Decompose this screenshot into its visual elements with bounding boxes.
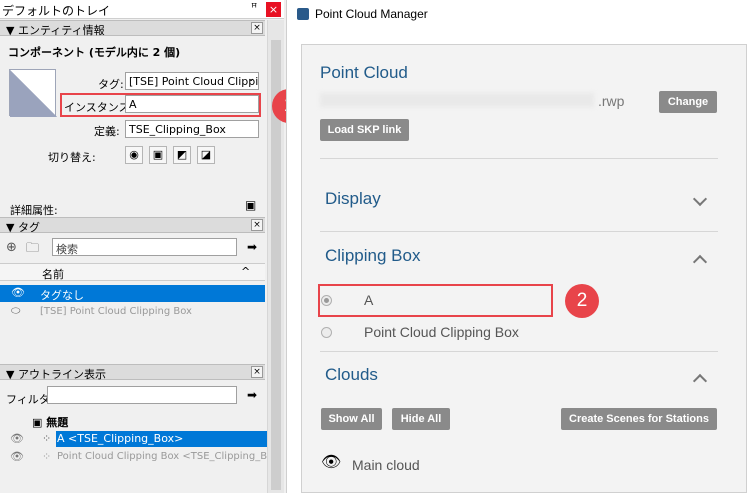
thumbnail-image [10,70,57,117]
main-cloud-label: Main cloud [352,457,420,473]
outliner-header[interactable]: ▼ アウトライン表示 × [0,364,265,381]
default-tray: デフォルトのトレイ ꟸ × ▼ エンティティ情報 × コンポーネント (モデル内… [0,0,284,493]
eye-icon: ◉ [129,148,139,161]
model-icon: ▣ [32,416,47,429]
change-button[interactable]: Change [659,91,717,113]
chevron-up-icon[interactable] [692,254,708,270]
outline-root-label: 無題 [46,416,69,429]
component-thumbnail [9,69,57,117]
expand-icon[interactable]: ▣ [245,198,256,212]
details-arrow-icon[interactable]: ➡ [247,388,257,402]
chevron-down-icon: ⌄ [247,74,255,84]
tag-select[interactable]: [TSE] Point Cloud Clippi ⌄ [125,72,259,90]
step-badge-2: 2 [565,284,599,318]
cast-shadows-toggle[interactable]: ◪ [197,146,215,164]
clip-radio-pc[interactable] [321,327,332,338]
outliner-title: アウトライン表示 [17,368,106,381]
clouds-heading[interactable]: Clouds [325,365,378,385]
outline-row-a[interactable]: A <TSE_Clipping_Box> [56,431,267,447]
advanced-attributes-label: 詳細属性: [10,204,58,217]
shadow-cast-icon: ◪ [200,148,212,161]
clip-option-pc-label: Point Cloud Clipping Box [364,324,519,340]
section-close-icon[interactable]: × [251,366,263,378]
tag-search-input[interactable]: 検索 [52,238,237,256]
section-close-icon[interactable]: × [251,22,263,34]
divider [320,351,718,352]
outline-row-clipping[interactable]: Point Cloud Clipping Box <TSE_Clipping_B… [57,451,267,462]
lock-toggle[interactable]: ▣ [149,146,167,164]
load-skp-link-button[interactable]: Load SKP link [320,119,409,141]
visibility-toggle[interactable]: ◉ [125,146,143,164]
window-title: Point Cloud Manager [315,7,428,21]
tag-row-name: タグなし [40,289,84,302]
highlight-box-2 [318,284,553,317]
pin-icon[interactable]: ꟸ [251,1,257,14]
entity-info-title: エンティティ情報 [17,24,105,37]
tags-title: タグ [17,221,40,234]
chevron-down-icon[interactable] [692,191,708,207]
app-logo-icon [297,8,309,20]
create-scenes-button[interactable]: Create Scenes for Stations [561,408,717,430]
hide-all-button[interactable]: Hide All [392,408,450,430]
display-heading[interactable]: Display [325,189,381,209]
show-all-button[interactable]: Show All [321,408,382,430]
sort-chevron-icon[interactable]: ^ [241,265,250,278]
eye-icon[interactable]: 👁 [11,286,25,299]
tag-row-untagged[interactable]: 👁 タグなし [0,285,265,302]
divider [320,158,718,159]
chevron-up-icon[interactable] [692,373,708,389]
manager-card: Point Cloud .rwp Change Load SKP link Di… [301,44,747,493]
close-icon[interactable]: × [266,2,281,17]
component-icon: ⁘ [42,450,52,463]
clipping-box-heading[interactable]: Clipping Box [325,246,420,266]
tray-titlebar: デフォルトのトレイ ꟸ × [0,0,284,19]
point-cloud-manager-window: Point Cloud Manager Point Cloud .rwp Cha… [286,0,750,493]
eye-icon[interactable]: 👁 [321,452,341,471]
file-path-redacted [320,93,594,107]
tag-label: タグ: [98,78,124,91]
add-tag-icon[interactable]: ⊕ [6,240,17,255]
outliner-filter-input[interactable] [47,386,237,404]
tag-select-value: [TSE] Point Cloud Clippi [129,75,259,88]
receive-shadows-toggle[interactable]: ◩ [173,146,191,164]
file-extension: .rwp [598,93,625,109]
component-icon: ⁘ [42,432,52,445]
tag-row-name: [TSE] Point Cloud Clipping Box [40,306,192,317]
component-heading: コンポーネント (モデル内に 2 個) [8,46,181,59]
highlight-box-1 [60,93,261,117]
point-cloud-heading: Point Cloud [320,63,408,82]
eye-icon[interactable]: 👁 [10,432,24,445]
section-close-icon[interactable]: × [251,219,263,231]
tray-title: デフォルトのトレイ [2,4,111,18]
definition-label: 定義: [94,125,120,138]
tag-row-clipping[interactable]: ⬭ [TSE] Point Cloud Clipping Box [0,303,265,320]
lock-icon: ▣ [152,148,164,161]
toggle-label: 切り替え: [48,151,96,164]
eye-icon[interactable]: 👁 [10,450,24,463]
name-column-header[interactable]: 名前 [42,266,64,282]
divider [320,231,718,232]
tag-list-header: 名前 ^ [0,263,265,281]
eye-hidden-icon[interactable]: ⬭ [11,304,20,318]
definition-input[interactable]: TSE_Clipping_Box [125,120,259,138]
add-tag-folder-icon[interactable]: 🗀 [26,239,39,261]
shadow-receive-icon: ◩ [176,148,188,161]
tags-header[interactable]: ▼ タグ × [0,217,265,234]
details-arrow-icon[interactable]: ➡ [247,240,257,254]
entity-info-header[interactable]: ▼ エンティティ情報 × [0,20,265,37]
outline-root[interactable]: ▣ 無題 [32,414,68,430]
outline-row-label: A <TSE_Clipping_Box> [57,432,184,445]
